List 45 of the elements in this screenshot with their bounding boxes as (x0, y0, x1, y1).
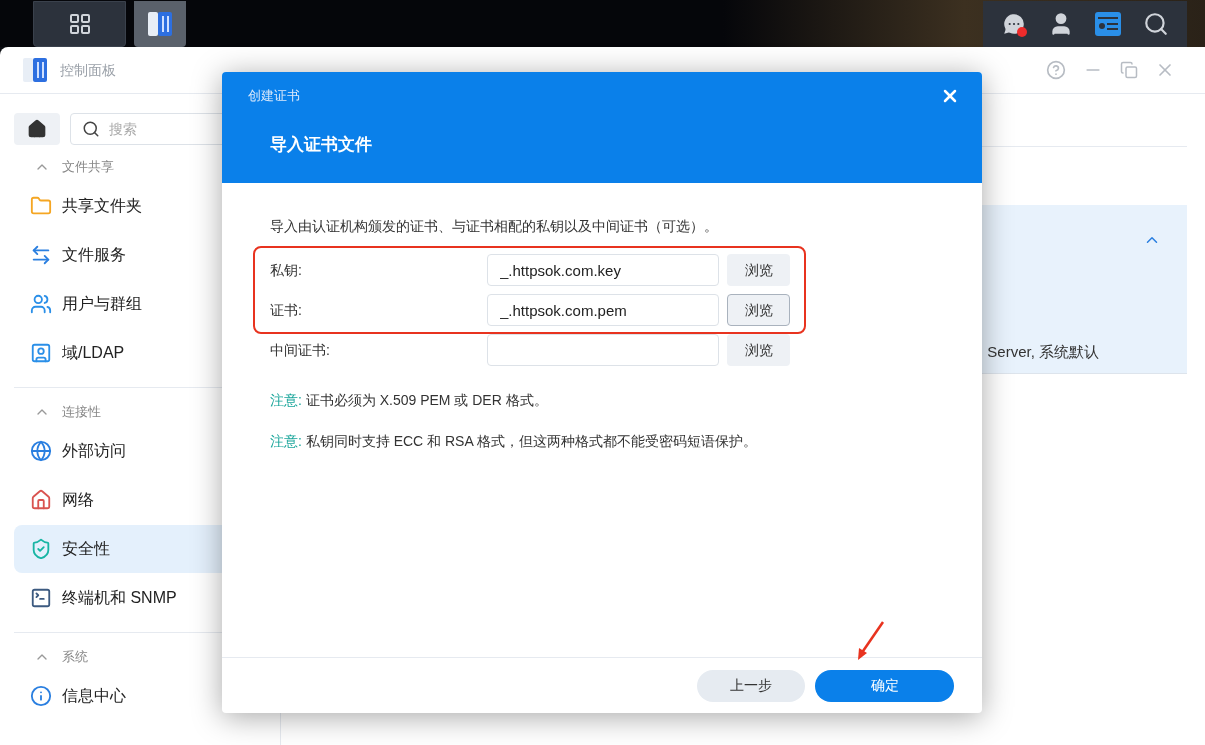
field-label: 私钥: (270, 260, 303, 280)
info-icon (30, 685, 52, 707)
confirm-button[interactable]: 确定 (815, 669, 954, 702)
section-title: 文件共享 (62, 158, 114, 177)
widget-icon[interactable] (1094, 10, 1123, 37)
intro-text: 导入由认证机构颁发的证书、与证书相配的私钥以及中间证书（可选）。 (270, 217, 718, 236)
browse-button[interactable]: 浏览 (727, 254, 790, 286)
section-title: 系统 (62, 648, 88, 667)
browse-button[interactable]: 浏览 (727, 294, 790, 326)
note-text: 注意: 私钥同时支持 ECC 和 RSA 格式，但这两种格式都不能受密码短语保护。 (270, 432, 757, 451)
id-card-icon (30, 342, 52, 364)
file-field[interactable]: _.httpsok.com.key (487, 254, 719, 286)
house-icon (30, 489, 52, 511)
sidebar-item[interactable]: 终端机和 SNMP (14, 574, 280, 622)
grid-icon (67, 11, 92, 36)
search-icon[interactable] (1142, 10, 1169, 37)
shield-icon (30, 538, 52, 560)
users-icon (30, 293, 52, 315)
window-title: 控制面板 (60, 60, 116, 80)
home-icon (27, 119, 47, 139)
home-button[interactable] (14, 113, 60, 145)
control-panel-icon (147, 10, 173, 37)
section-title: 连接性 (62, 403, 101, 422)
folder-icon (30, 195, 52, 217)
restore-icon[interactable] (1120, 61, 1138, 79)
note-text: 注意: 证书必须为 X.509 PEM 或 DER 格式。 (270, 391, 548, 410)
app-icon (22, 57, 48, 83)
sidebar-item[interactable]: 信息中心 (14, 672, 280, 720)
panel-text: Server, 系统默认 (987, 342, 1100, 362)
globe-icon (30, 440, 52, 462)
terminal-icon (30, 587, 52, 609)
arrow-annotation (855, 620, 885, 662)
apps-button[interactable] (33, 0, 126, 47)
browse-button[interactable]: 浏览 (727, 334, 790, 366)
field-label: 证书: (270, 300, 303, 320)
file-field[interactable]: _.httpsok.com.pem (487, 294, 719, 326)
field-label: 中间证书: (270, 340, 331, 360)
search-icon (82, 120, 100, 138)
file-field[interactable] (487, 334, 719, 366)
arrows-icon (30, 244, 52, 266)
taskbar-app[interactable] (134, 0, 186, 47)
back-button[interactable]: 上一步 (697, 669, 805, 702)
help-icon[interactable] (1046, 60, 1066, 80)
sidebar-item[interactable]: 网络 (14, 476, 280, 524)
dialog-title: 创建证书 (248, 87, 300, 105)
